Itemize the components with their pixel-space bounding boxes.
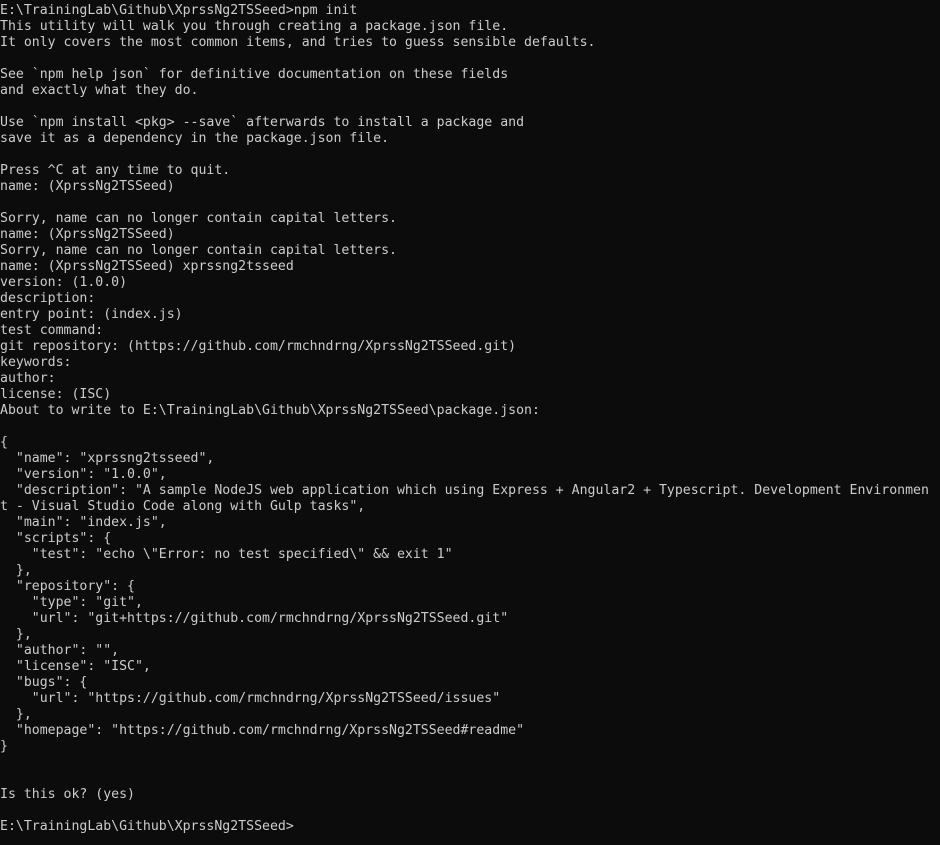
terminal-line: name: (XprssNg2TSSeed) xprssng2tsseed [0,259,294,274]
terminal-line: This utility will walk you through creat… [0,19,509,34]
terminal-line: git repository: (https://github.com/rmch… [0,339,517,354]
terminal-line: "name": "xprssng2tsseed", [0,451,215,466]
terminal-line: name: (XprssNg2TSSeed) [0,179,175,194]
terminal-line: "url": "git+https://github.com/rmchndrng… [0,611,509,626]
terminal-line: "scripts": { [0,531,112,546]
terminal-line: entry point: (index.js) [0,307,183,322]
terminal-line: "type": "git", [0,595,143,610]
terminal-line: and exactly what they do. [0,83,199,98]
terminal-line: "url": "https://github.com/rmchndrng/Xpr… [0,691,501,706]
terminal-line: author: [0,371,56,386]
terminal-line: description: [0,291,96,306]
terminal-line: Sorry, name can no longer contain capita… [0,211,397,226]
terminal-line: } [0,739,8,754]
terminal-line: name: (XprssNg2TSSeed) [0,227,175,242]
terminal-line: }, [0,563,32,578]
terminal-line: Sorry, name can no longer contain capita… [0,243,397,258]
terminal-line: }, [0,627,32,642]
terminal-line: Use `npm install <pkg> --save` afterward… [0,115,525,130]
terminal-line: "main": "index.js", [0,515,167,530]
terminal-line: Press ^C at any time to quit. [0,163,231,178]
terminal-line: E:\TrainingLab\Github\XprssNg2TSSeed>npm… [0,3,358,18]
terminal-line: }, [0,707,32,722]
terminal-line: "homepage": "https://github.com/rmchndrn… [0,723,525,738]
terminal-line: "license": "ISC", [0,659,151,674]
terminal-line: See `npm help json` for definitive docum… [0,67,509,82]
terminal-line: { [0,435,8,450]
terminal-line: "author": "", [0,643,120,658]
terminal-output: E:\TrainingLab\Github\XprssNg2TSSeed>npm… [0,3,940,835]
terminal-line: It only covers the most common items, an… [0,35,596,50]
terminal-line: "test": "echo \"Error: no test specified… [0,547,453,562]
terminal-line: "bugs": { [0,675,88,690]
terminal-window[interactable]: E:\TrainingLab\Github\XprssNg2TSSeed>npm… [0,0,940,845]
terminal-line: Is this ok? (yes) [0,787,135,802]
terminal-line: t - Visual Studio Code along with Gulp t… [0,499,366,514]
terminal-line: keywords: [0,355,72,370]
terminal-line: About to write to E:\TrainingLab\Github\… [0,403,540,418]
terminal-line: "description": "A sample NodeJS web appl… [0,483,929,498]
terminal-line: test command: [0,323,104,338]
terminal-line: license: (ISC) [0,387,112,402]
terminal-line: E:\TrainingLab\Github\XprssNg2TSSeed> [0,819,294,834]
terminal-line: version: (1.0.0) [0,275,128,290]
terminal-line: "repository": { [0,579,135,594]
terminal-line: save it as a dependency in the package.j… [0,131,390,146]
terminal-line: "version": "1.0.0", [0,467,167,482]
